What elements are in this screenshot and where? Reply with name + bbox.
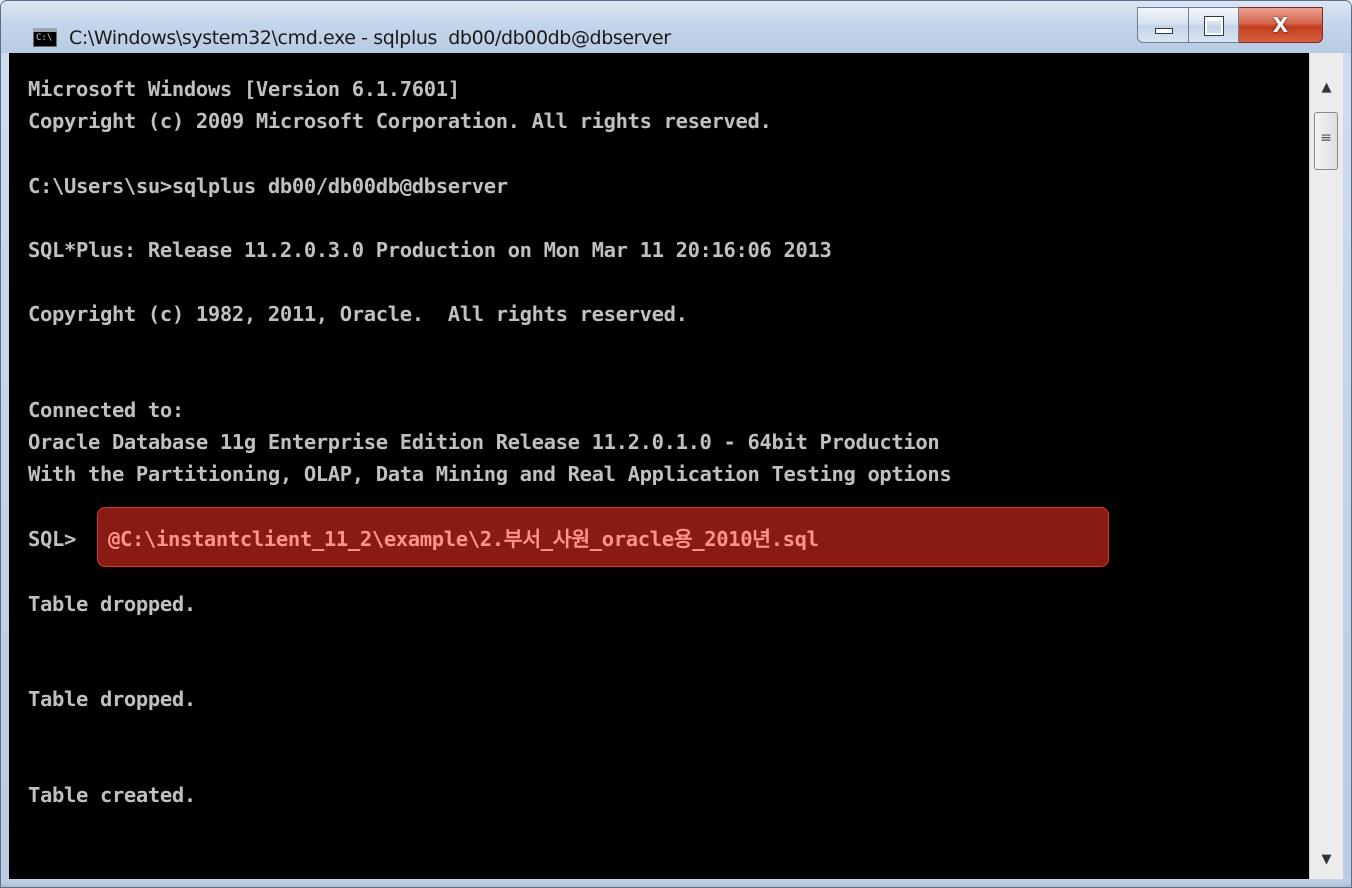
console-output[interactable]: Microsoft Windows [Version 6.1.7601] Cop… <box>9 53 1309 879</box>
cmd-window: C:\ C:\Windows\system32\cmd.exe - sqlplu… <box>0 0 1352 888</box>
scroll-down-arrow-icon[interactable]: ▼ <box>1310 845 1343 875</box>
sql-command: @C:\instantclient_11_2\example\2.부서_사원_o… <box>108 527 819 551</box>
window-title: C:\Windows\system32\cmd.exe - sqlplus db… <box>69 27 671 49</box>
scroll-grip-icon: ≡ <box>1320 130 1332 146</box>
console-line: Oracle Database 11g Enterprise Edition R… <box>28 430 940 454</box>
console-line: Copyright (c) 1982, 2011, Oracle. All ri… <box>28 302 688 326</box>
console-line: Table dropped. <box>28 592 196 616</box>
console-line: Microsoft Windows [Version 6.1.7601] <box>28 77 460 101</box>
close-icon: X <box>1272 13 1289 37</box>
scroll-up-arrow-icon[interactable]: ▲ <box>1310 73 1343 103</box>
minimize-icon <box>1155 28 1173 34</box>
vertical-scrollbar[interactable]: ▲ ≡ ▼ <box>1309 53 1343 879</box>
console-line: Copyright (c) 2009 Microsoft Corporation… <box>28 109 772 133</box>
sql-prompt: SQL> <box>28 527 76 551</box>
window-bottom-border <box>1 879 1351 887</box>
console-line: SQL*Plus: Release 11.2.0.3.0 Production … <box>28 238 832 262</box>
cmd-icon[interactable]: C:\ <box>33 28 57 47</box>
console-line: C:\Users\su>sqlplus db00/db00db@dbserver <box>28 174 508 198</box>
console-line: Table created. <box>28 783 196 807</box>
maximize-button[interactable] <box>1189 7 1239 43</box>
console-line: With the Partitioning, OLAP, Data Mining… <box>28 462 952 486</box>
title-bar[interactable]: C:\ C:\Windows\system32\cmd.exe - sqlplu… <box>1 1 1351 53</box>
console-line: Table dropped. <box>28 687 196 711</box>
caption-buttons: X <box>1137 7 1323 43</box>
maximize-icon <box>1204 16 1224 36</box>
minimize-button[interactable] <box>1137 7 1189 43</box>
scroll-thumb[interactable]: ≡ <box>1314 112 1338 170</box>
close-button[interactable]: X <box>1239 7 1323 43</box>
console-line: Connected to: <box>28 398 184 422</box>
